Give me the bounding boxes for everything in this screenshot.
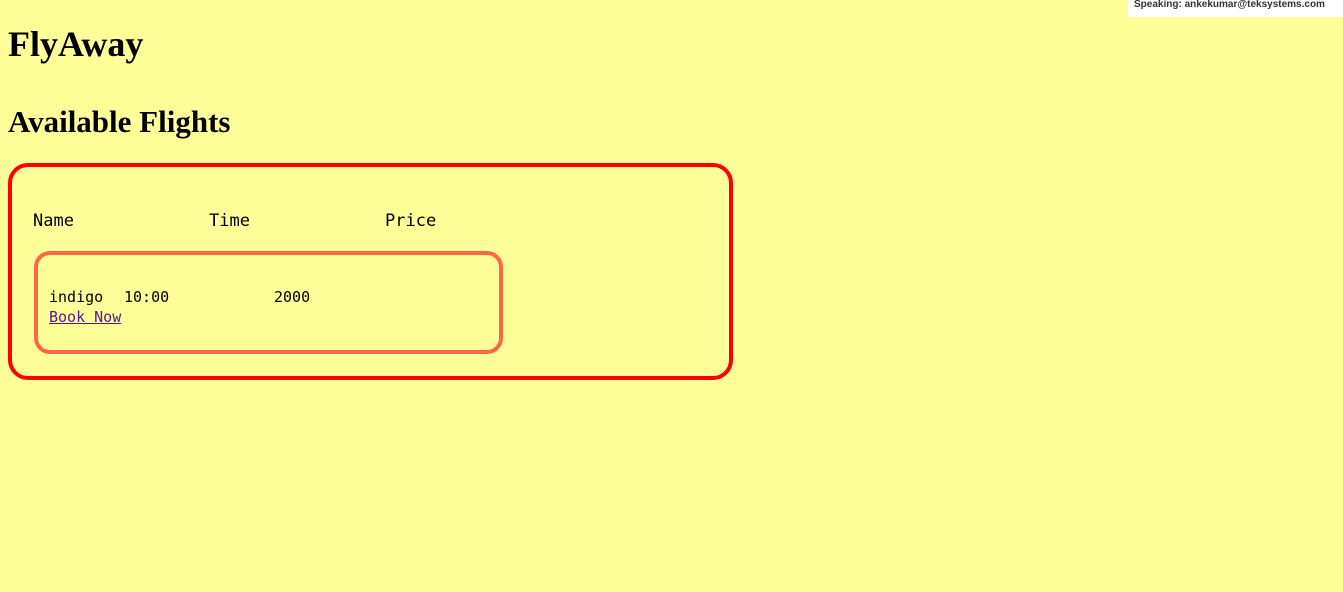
flight-name: indigo: [49, 288, 104, 306]
flights-panel: Name Time Price indigo 10:00 2000 Book N…: [8, 163, 733, 380]
flight-price: 2000: [274, 288, 311, 306]
column-header-price: Price: [385, 211, 437, 231]
flight-time: 10:00: [124, 288, 170, 306]
speaking-banner: Speaking: ankekumar@teksystems.com: [1128, 0, 1343, 17]
column-header-name: Name: [33, 211, 74, 231]
flight-card: indigo 10:00 2000 Book Now: [34, 251, 503, 354]
page-title: Available Flights: [8, 104, 231, 139]
app-title: FlyAway: [8, 24, 144, 64]
column-header-time: Time: [209, 211, 250, 231]
book-now-link[interactable]: Book Now: [49, 308, 121, 326]
